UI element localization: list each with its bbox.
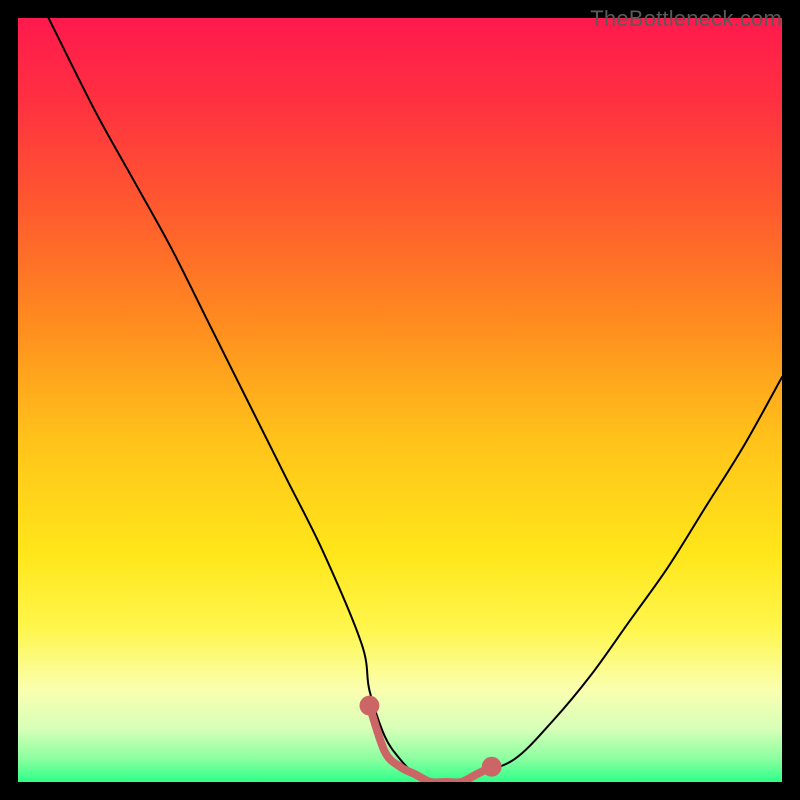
bottleneck-curve: [18, 18, 782, 782]
chart-container: TheBottleneck.com: [0, 0, 800, 800]
plot-area: [18, 18, 782, 782]
watermark-text: TheBottleneck.com: [590, 6, 782, 32]
